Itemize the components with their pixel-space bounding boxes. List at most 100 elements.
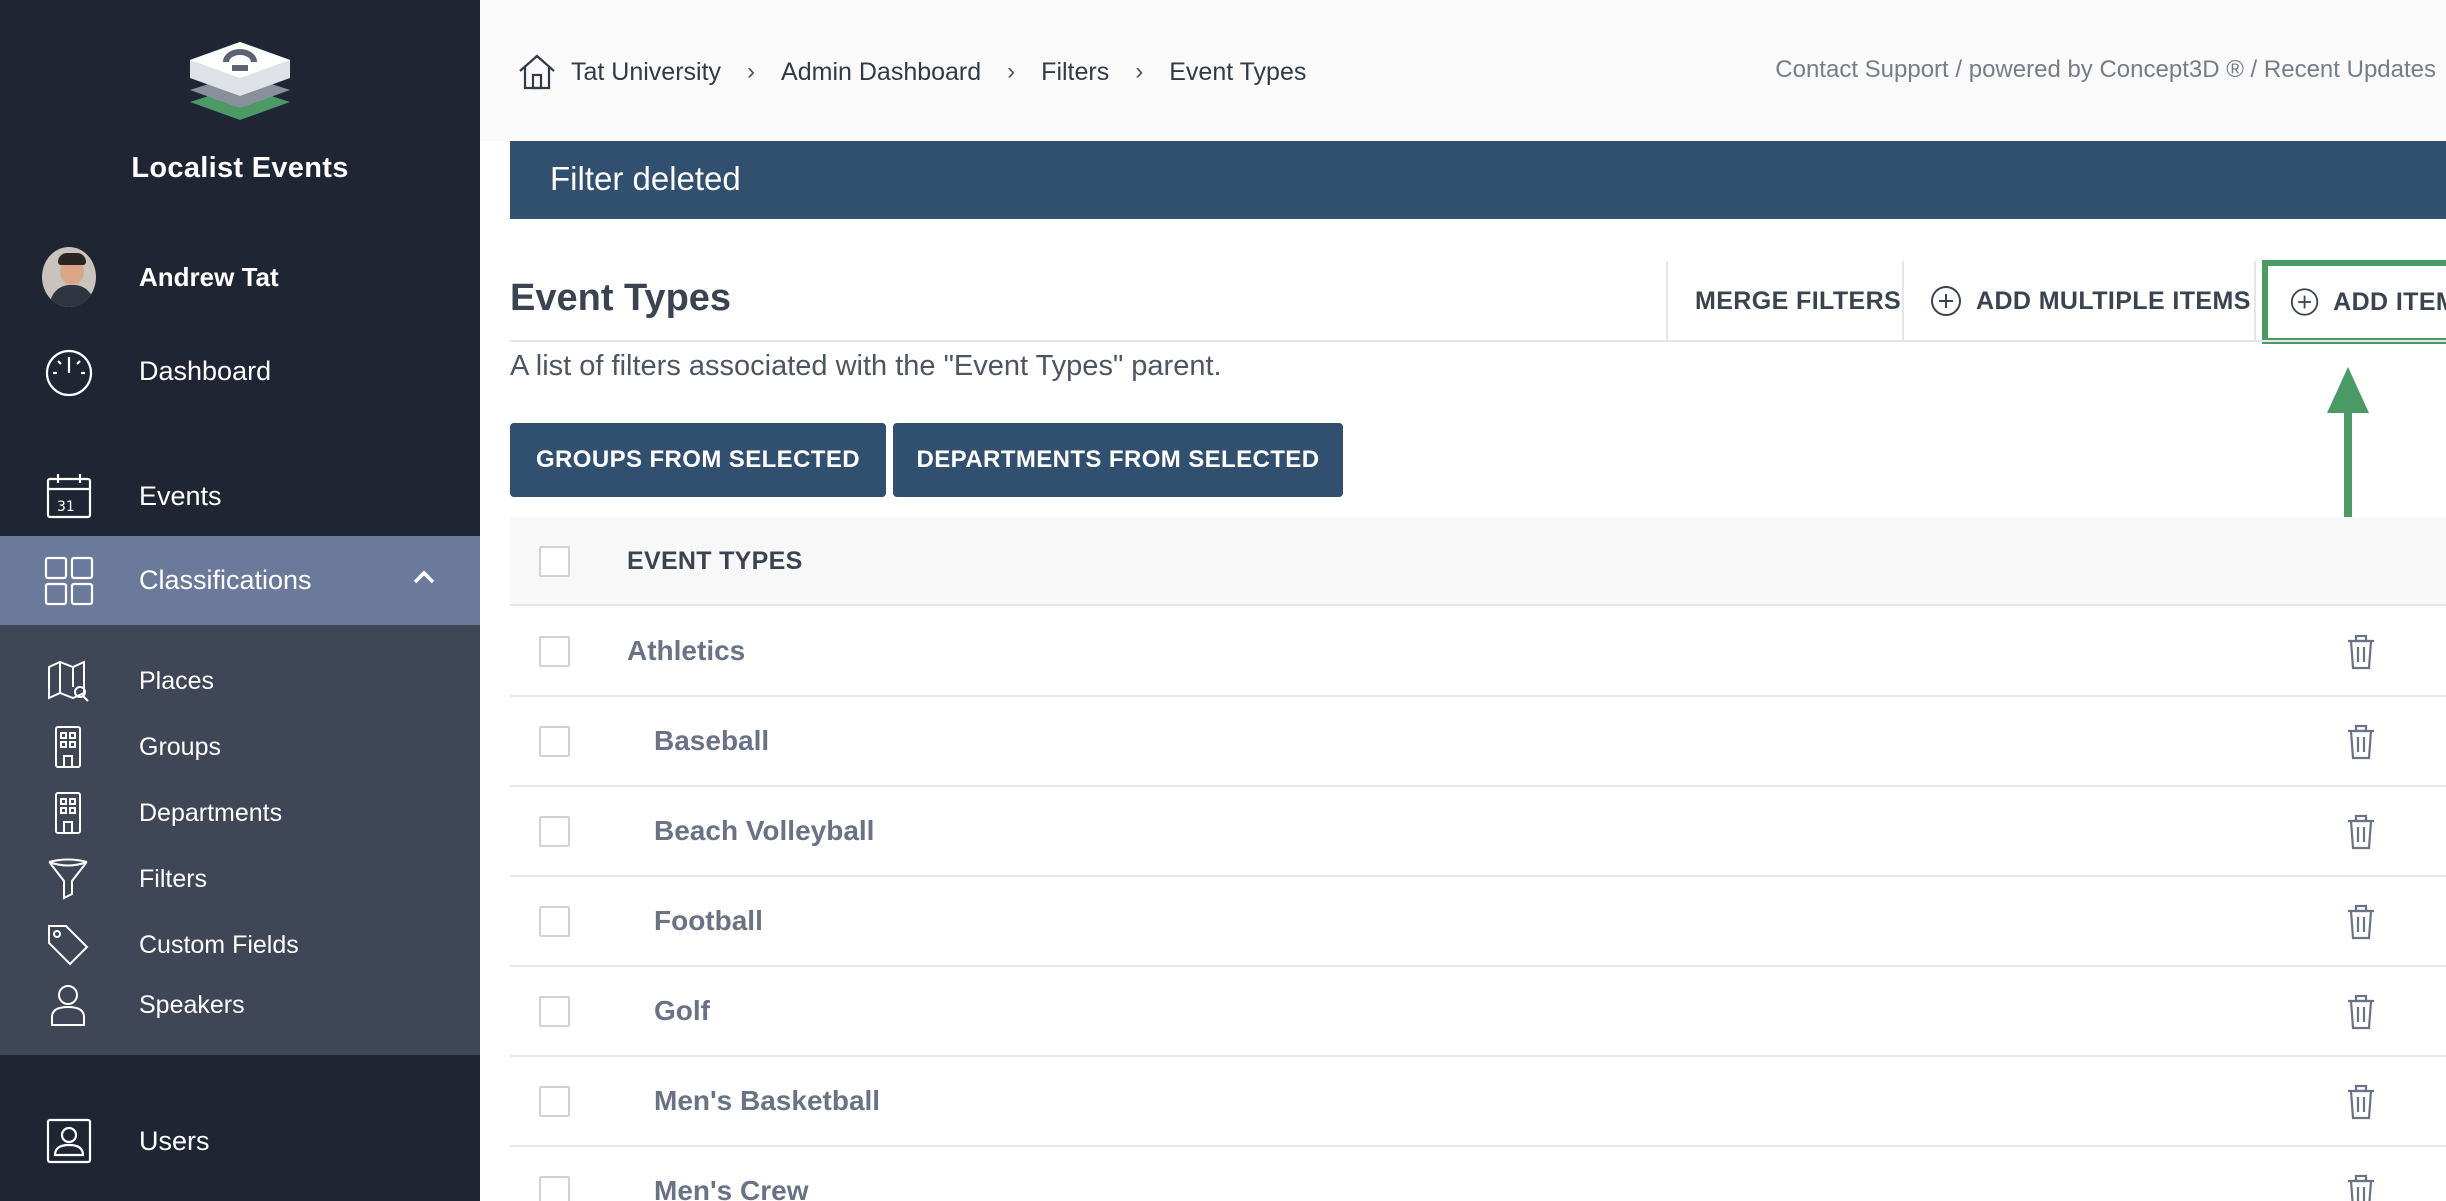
user-name: Andrew Tat bbox=[139, 261, 279, 292]
grid-icon bbox=[42, 554, 96, 608]
filter-name-link[interactable]: Athletics bbox=[627, 635, 745, 667]
sidebar-item-label: Groups bbox=[139, 732, 221, 761]
sidebar-item-users[interactable]: Users bbox=[0, 1110, 480, 1172]
notification-banner: Filter deleted bbox=[510, 141, 2446, 219]
breadcrumb-item[interactable]: Admin Dashboard bbox=[781, 58, 981, 87]
sidebar-item-groups[interactable]: Groups bbox=[0, 719, 480, 775]
breadcrumb: Tat University › Admin Dashboard › Filte… bbox=[517, 52, 1306, 92]
row-checkbox[interactable] bbox=[539, 726, 570, 757]
gauge-icon bbox=[42, 344, 96, 398]
sidebar-item-label: Custom Fields bbox=[139, 930, 299, 959]
banner-message: Filter deleted bbox=[550, 160, 741, 197]
table-row: Men's Crew bbox=[510, 1147, 2446, 1201]
merge-filters-button[interactable]: MERGE FILTERS bbox=[1695, 261, 1901, 341]
sidebar-item-speakers[interactable]: Speakers bbox=[0, 977, 480, 1033]
svg-text:31: 31 bbox=[57, 499, 75, 515]
sidebar-item-label: Places bbox=[139, 666, 215, 695]
breadcrumb-separator: › bbox=[1135, 58, 1144, 85]
table-row: Beach Volleyball bbox=[510, 787, 2446, 877]
sidebar-item-custom-fields[interactable]: Custom Fields bbox=[0, 917, 480, 973]
person-icon bbox=[44, 981, 92, 1029]
row-checkbox[interactable] bbox=[539, 1086, 570, 1117]
button-label: ADD MULTIPLE ITEMS bbox=[1976, 286, 2251, 315]
table-row: Golf bbox=[510, 967, 2446, 1057]
trash-icon[interactable] bbox=[2346, 1084, 2376, 1120]
sidebar-item-departments[interactable]: Departments bbox=[0, 785, 480, 841]
trash-icon[interactable] bbox=[2346, 814, 2376, 850]
filter-name-link[interactable]: Baseball bbox=[654, 725, 769, 757]
sidebar-item-classifications[interactable]: Classifications bbox=[0, 536, 480, 625]
top-bar: Tat University › Admin Dashboard › Filte… bbox=[480, 0, 2446, 141]
trash-icon[interactable] bbox=[2346, 1174, 2376, 1201]
row-checkbox[interactable] bbox=[539, 1176, 570, 1201]
table-row: Men's Basketball bbox=[510, 1057, 2446, 1147]
sidebar-item-label: Events bbox=[139, 480, 222, 511]
sidebar-item-dashboard[interactable]: Dashboard bbox=[0, 340, 480, 402]
page-title: Event Types bbox=[510, 277, 732, 319]
building-icon bbox=[44, 723, 92, 771]
breadcrumb-separator: › bbox=[1007, 58, 1016, 85]
table-header: EVENT TYPES bbox=[510, 517, 2446, 606]
row-checkbox[interactable] bbox=[539, 636, 570, 667]
breadcrumb-item[interactable]: Tat University bbox=[571, 58, 721, 87]
table-row: Football bbox=[510, 877, 2446, 967]
chevron-up-icon[interactable] bbox=[410, 564, 438, 592]
breadcrumb-item[interactable]: Filters bbox=[1041, 58, 1109, 87]
sidebar-item-label: Departments bbox=[139, 798, 283, 827]
localist-logo-icon bbox=[190, 42, 290, 120]
filter-name-link[interactable]: Golf bbox=[654, 995, 710, 1027]
home-icon[interactable] bbox=[517, 52, 557, 92]
add-item-button[interactable]: ADD ITEM bbox=[2262, 260, 2446, 344]
sidebar: Localist Events Andrew Tat Dashboard 31 … bbox=[0, 0, 480, 1201]
divider bbox=[1666, 261, 1668, 341]
app-title: Localist Events bbox=[131, 152, 349, 184]
sidebar-item-filters[interactable]: Filters bbox=[0, 851, 480, 907]
trash-icon[interactable] bbox=[2346, 994, 2376, 1030]
trash-icon[interactable] bbox=[2346, 724, 2376, 760]
trash-icon[interactable] bbox=[2346, 904, 2376, 940]
funnel-icon bbox=[44, 855, 92, 903]
breadcrumb-separator: › bbox=[747, 58, 756, 85]
divider bbox=[1902, 261, 1904, 341]
top-links[interactable]: Contact Support / powered by Concept3D ®… bbox=[1775, 56, 2436, 84]
user-profile[interactable]: Andrew Tat bbox=[0, 242, 480, 312]
tag-icon bbox=[44, 921, 92, 969]
calendar-icon: 31 bbox=[42, 469, 96, 523]
filter-name-link[interactable]: Beach Volleyball bbox=[654, 815, 874, 847]
groups-from-selected-button[interactable]: GROUPS FROM SELECTED bbox=[510, 423, 886, 497]
button-label: ADD ITEM bbox=[2333, 287, 2446, 316]
row-checkbox[interactable] bbox=[539, 816, 570, 847]
plus-circle-icon bbox=[2290, 288, 2319, 316]
sidebar-item-events[interactable]: 31 Events bbox=[0, 465, 480, 527]
select-all-checkbox[interactable] bbox=[539, 546, 570, 577]
breadcrumb-item-current: Event Types bbox=[1169, 57, 1307, 86]
filter-name-link[interactable]: Men's Basketball bbox=[654, 1085, 880, 1117]
sidebar-item-label: Dashboard bbox=[139, 355, 272, 386]
header-divider bbox=[510, 340, 2446, 342]
row-checkbox[interactable] bbox=[539, 906, 570, 937]
table-row: Athletics bbox=[510, 607, 2446, 697]
avatar bbox=[42, 247, 96, 307]
filter-name-link[interactable]: Football bbox=[654, 905, 763, 937]
page-subtitle: A list of filters associated with the "E… bbox=[510, 350, 1222, 382]
sidebar-item-label: Users bbox=[139, 1125, 210, 1156]
map-icon bbox=[44, 657, 92, 705]
departments-from-selected-button[interactable]: DEPARTMENTS FROM SELECTED bbox=[893, 423, 1343, 497]
sidebar-item-label: Classifications bbox=[139, 565, 312, 595]
table-row: Baseball bbox=[510, 697, 2446, 787]
sidebar-item-label: Speakers bbox=[139, 990, 245, 1019]
user-card-icon bbox=[42, 1114, 96, 1168]
row-checkbox[interactable] bbox=[539, 996, 570, 1027]
building-icon bbox=[44, 789, 92, 837]
arrow-up-annotation-icon bbox=[2327, 367, 2369, 531]
filter-name-link[interactable]: Men's Crew bbox=[654, 1175, 808, 1201]
add-multiple-items-button[interactable]: ADD MULTIPLE ITEMS bbox=[1930, 261, 2251, 341]
classifications-submenu: Places Groups Departments Filters Custom… bbox=[0, 625, 480, 1055]
column-header: EVENT TYPES bbox=[627, 547, 803, 575]
trash-icon[interactable] bbox=[2346, 634, 2376, 670]
divider bbox=[2254, 261, 2256, 341]
sidebar-item-places[interactable]: Places bbox=[0, 653, 480, 709]
sidebar-item-label: Filters bbox=[139, 864, 208, 893]
plus-circle-icon bbox=[1931, 286, 1961, 316]
logo[interactable]: Localist Events bbox=[0, 40, 480, 185]
